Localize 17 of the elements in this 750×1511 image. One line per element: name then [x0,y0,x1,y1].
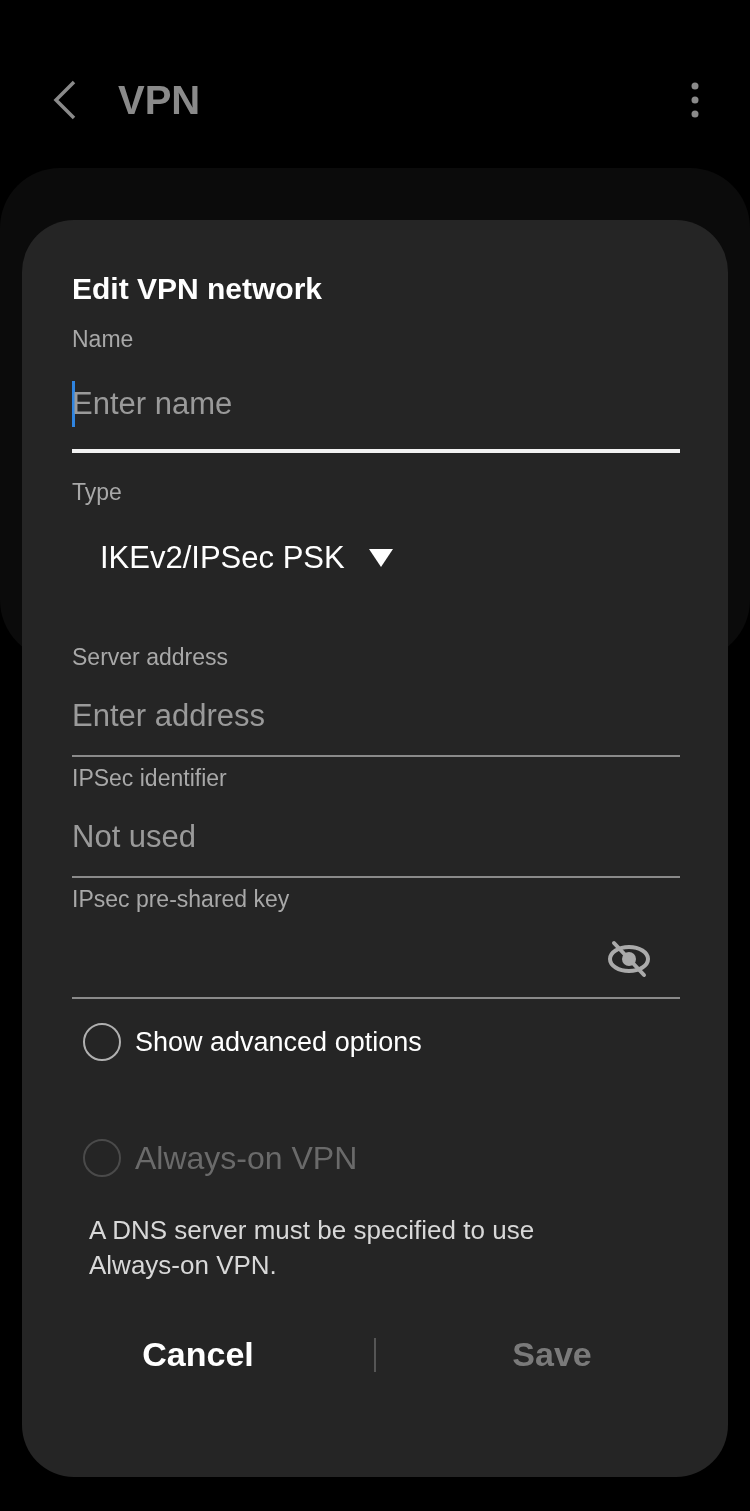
field-label: Server address [72,644,229,671]
dropdown-triangle-icon [368,549,393,567]
page-title: VPN [118,77,202,123]
type-dropdown[interactable]: IKEv2/IPSec PSK [100,540,393,576]
dialog-title: Edit VPN network [72,272,324,306]
text-field[interactable]: Enter address [72,671,680,757]
note-text: A DNS server must be specified to use Always-on VPN. [89,1214,536,1282]
field-label: IPSec identifier [72,765,228,792]
radio-button[interactable] [83,1023,121,1061]
eye-crossed-icon[interactable] [606,939,652,979]
more-options-icon[interactable] [690,82,700,118]
field-label: Type [72,479,123,506]
field-label: Name [72,326,135,353]
dialog-button[interactable]: Cancel [22,1321,374,1388]
option-label[interactable]: Show advanced options [135,1026,422,1058]
field-label: IPsec pre-shared key [72,886,291,913]
text-field[interactable]: Not used [72,792,680,878]
